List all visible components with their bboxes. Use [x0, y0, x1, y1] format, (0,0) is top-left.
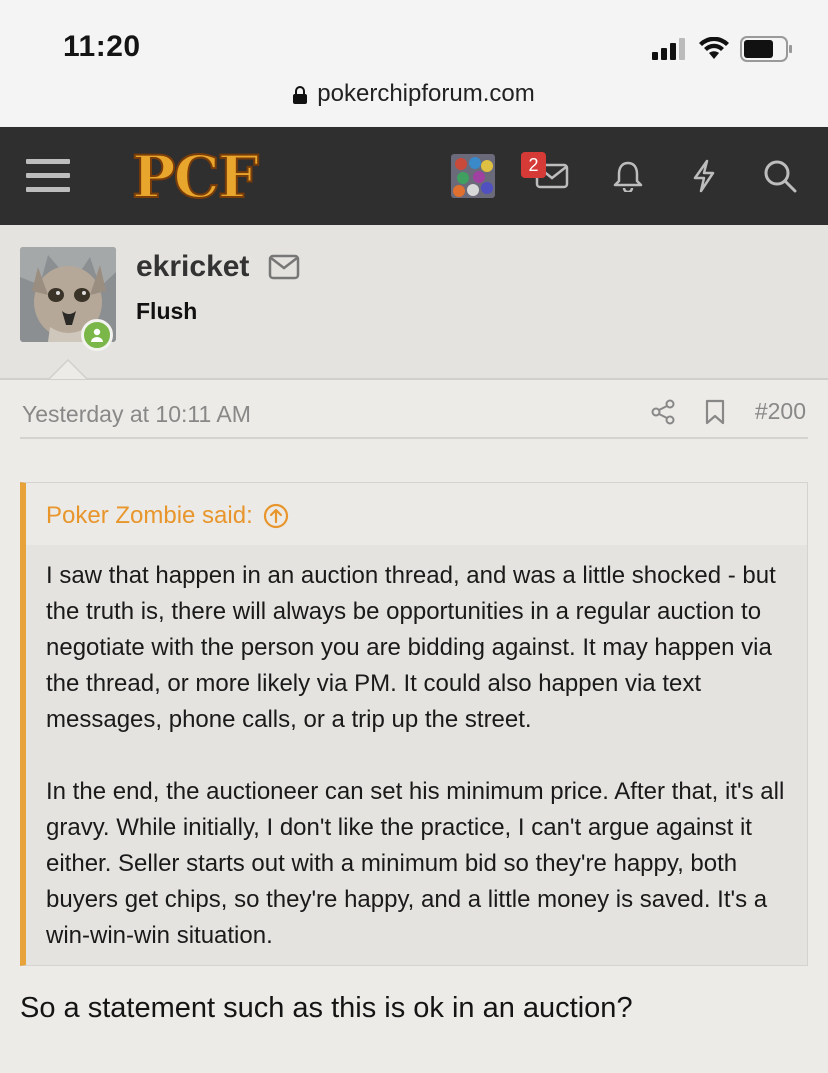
search-button[interactable]	[758, 127, 802, 225]
url-text: pokerchipforum.com	[317, 80, 535, 107]
whats-new-button[interactable]	[682, 127, 726, 225]
clock: 11:20	[63, 30, 141, 63]
post-actions: #200	[651, 398, 806, 425]
menu-button[interactable]	[20, 127, 76, 225]
quote-attribution[interactable]: Poker Zombie said:	[46, 502, 289, 530]
user-title: Flush	[136, 298, 198, 324]
quote-body: I saw that happen in an auction thread, …	[46, 558, 796, 990]
quote-author: Poker Zombie said:	[46, 502, 253, 529]
lock-icon	[293, 85, 308, 104]
quote-paragraph: In the end, the auctioneer can set his m…	[46, 778, 785, 949]
account-button[interactable]	[448, 127, 498, 225]
alerts-button[interactable]	[606, 127, 650, 225]
arrow-up-circle-icon[interactable]	[263, 503, 289, 529]
user-icon	[91, 328, 103, 342]
member-info	[0, 225, 828, 380]
post-text: So a statement such as this is ok in an …	[20, 992, 633, 1024]
system-icons	[652, 36, 794, 62]
post-number[interactable]: #200	[755, 398, 806, 425]
post-date[interactable]: Yesterday at 10:11 AM	[22, 401, 251, 428]
start-conversation-icon[interactable]	[268, 254, 300, 280]
online-indicator	[81, 319, 113, 351]
avatar-icon	[451, 154, 495, 198]
share-icon[interactable]	[651, 399, 675, 425]
username[interactable]: ekricket	[136, 250, 249, 284]
bolt-icon	[693, 159, 715, 193]
menu-icon	[26, 159, 70, 192]
address-bar[interactable]: pokerchipforum.com	[0, 80, 828, 108]
quote-header: Poker Zombie said:	[26, 483, 807, 545]
bell-icon	[613, 161, 643, 192]
signal-icon	[652, 38, 685, 60]
meta-divider	[20, 437, 808, 439]
member-arrow-fill	[50, 361, 86, 379]
conversations-badge: 2	[521, 152, 546, 178]
quote-paragraph: I saw that happen in an auction thread, …	[46, 562, 776, 733]
quote-block: Poker Zombie said: I saw that happen in …	[20, 482, 808, 966]
bookmark-icon[interactable]	[705, 399, 725, 425]
logo-text: PCF	[132, 145, 259, 205]
browser-status-bar: 11:20 pokerchipforum.com	[0, 0, 828, 127]
site-logo[interactable]: PCF	[128, 145, 262, 205]
search-icon	[764, 160, 797, 193]
site-header	[0, 127, 828, 225]
battery-icon	[740, 36, 792, 62]
wifi-icon	[699, 37, 729, 59]
